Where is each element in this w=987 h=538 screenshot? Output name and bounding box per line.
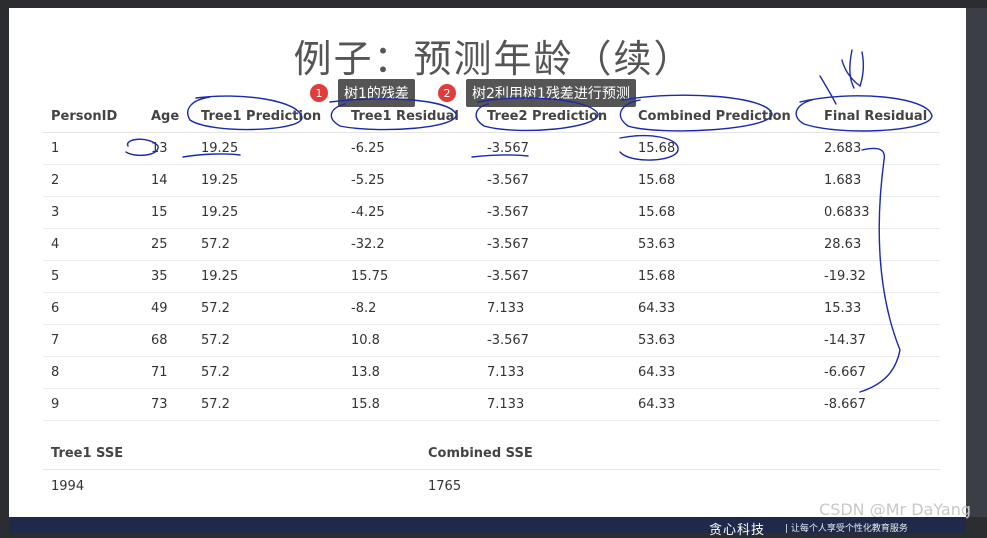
tree1-sse-label: Tree1 SSE bbox=[43, 437, 420, 470]
cell-tree1-prediction: 19.25 bbox=[193, 132, 343, 165]
tree1-sse-value: 1994 bbox=[51, 478, 85, 494]
cell-tree1-residual: -4.25 bbox=[343, 196, 479, 229]
cell-tree1-prediction: 19.25 bbox=[193, 164, 343, 197]
prediction-table: PersonID Age Tree1 Prediction Tree1 Resi… bbox=[43, 100, 940, 421]
cell-tree2-prediction: -3.567 bbox=[479, 132, 630, 165]
cell-final-residual: -19.32 bbox=[816, 260, 940, 293]
col-age: Age bbox=[143, 100, 193, 133]
col-combined-prediction: Combined Prediction bbox=[630, 100, 816, 133]
cell-combined-prediction: 64.33 bbox=[630, 356, 816, 389]
cell-combined-prediction: 15.68 bbox=[630, 132, 816, 165]
table-row: 4 25 57.2 -32.2 -3.567 53.63 28.63 bbox=[43, 228, 940, 261]
cell-age: 25 bbox=[143, 228, 193, 261]
table-row: 7 68 57.2 10.8 -3.567 53.63 -14.37 bbox=[43, 324, 940, 357]
combined-sse-value: 1765 bbox=[428, 478, 462, 494]
cell-personid: 5 bbox=[43, 260, 143, 293]
cell-final-residual: 1.683 bbox=[816, 164, 940, 197]
cell-personid: 1 bbox=[43, 132, 143, 165]
footer-bar: 贪心科技 | 让每个人享受个性化教育服务 bbox=[9, 517, 966, 538]
cell-tree2-prediction: 7.133 bbox=[479, 356, 630, 389]
cell-tree1-prediction: 57.2 bbox=[193, 292, 343, 325]
cell-tree1-residual: 13.8 bbox=[343, 356, 479, 389]
cell-tree1-prediction: 57.2 bbox=[193, 324, 343, 357]
table-header-row: PersonID Age Tree1 Prediction Tree1 Resi… bbox=[43, 100, 940, 133]
cell-combined-prediction: 15.68 bbox=[630, 196, 816, 229]
footer-brand: 贪心科技 bbox=[709, 523, 766, 538]
cell-age: 15 bbox=[143, 196, 193, 229]
cell-tree1-residual: 15.8 bbox=[343, 388, 479, 421]
cell-tree1-residual: -5.25 bbox=[343, 164, 479, 197]
cell-combined-prediction: 53.63 bbox=[630, 228, 816, 261]
table-row: 3 15 19.25 -4.25 -3.567 15.68 0.6833 bbox=[43, 196, 940, 229]
cell-personid: 8 bbox=[43, 356, 143, 389]
cell-tree2-prediction: -3.567 bbox=[479, 164, 630, 197]
cell-combined-prediction: 15.68 bbox=[630, 164, 816, 197]
cell-age: 14 bbox=[143, 164, 193, 197]
cell-final-residual: -14.37 bbox=[816, 324, 940, 357]
col-final-residual: Final Residual bbox=[816, 100, 940, 133]
cell-tree1-residual: -8.2 bbox=[343, 292, 479, 325]
cell-tree2-prediction: -3.567 bbox=[479, 228, 630, 261]
cell-combined-prediction: 53.63 bbox=[630, 324, 816, 357]
cell-age: 35 bbox=[143, 260, 193, 293]
table-row: 8 71 57.2 13.8 7.133 64.33 -6.667 bbox=[43, 356, 940, 389]
cell-personid: 2 bbox=[43, 164, 143, 197]
cell-age: 73 bbox=[143, 388, 193, 421]
cell-final-residual: 2.683 bbox=[816, 132, 940, 165]
cell-age: 68 bbox=[143, 324, 193, 357]
cell-tree1-residual: 15.75 bbox=[343, 260, 479, 293]
cell-final-residual: 15.33 bbox=[816, 292, 940, 325]
col-personid: PersonID bbox=[43, 100, 143, 133]
cell-age: 13 bbox=[143, 132, 193, 165]
cell-tree2-prediction: 7.133 bbox=[479, 388, 630, 421]
cell-tree1-residual: -6.25 bbox=[343, 132, 479, 165]
page-title: 例子：预测年龄（续） bbox=[293, 37, 694, 81]
cell-tree1-prediction: 19.25 bbox=[193, 260, 343, 293]
sse-table: Tree1 SSE Combined SSE 1994 1765 bbox=[43, 437, 940, 502]
col-tree2-prediction: Tree2 Prediction bbox=[479, 100, 630, 133]
cell-combined-prediction: 64.33 bbox=[630, 388, 816, 421]
cell-final-residual: -6.667 bbox=[816, 356, 940, 389]
cell-age: 71 bbox=[143, 356, 193, 389]
cell-final-residual: 0.6833 bbox=[816, 196, 940, 229]
cell-tree1-residual: 10.8 bbox=[343, 324, 479, 357]
table-row: 5 35 19.25 15.75 -3.567 15.68 -19.32 bbox=[43, 260, 940, 293]
table-row: 9 73 57.2 15.8 7.133 64.33 -8.667 bbox=[43, 388, 940, 421]
cell-combined-prediction: 64.33 bbox=[630, 292, 816, 325]
footer-slogan: | 让每个人享受个性化教育服务 bbox=[785, 524, 908, 534]
table-row: 1 13 19.25 -6.25 -3.567 15.68 2.683 bbox=[43, 132, 940, 165]
col-tree1-residual: Tree1 Residual bbox=[343, 100, 479, 133]
cell-final-residual: 28.63 bbox=[816, 228, 940, 261]
cell-personid: 4 bbox=[43, 228, 143, 261]
cell-tree1-residual: -32.2 bbox=[343, 228, 479, 261]
cell-tree1-prediction: 57.2 bbox=[193, 356, 343, 389]
combined-sse-label: Combined SSE bbox=[420, 437, 940, 470]
cell-age: 49 bbox=[143, 292, 193, 325]
cell-tree2-prediction: 7.133 bbox=[479, 292, 630, 325]
cell-tree1-prediction: 19.25 bbox=[193, 196, 343, 229]
table-row: 6 49 57.2 -8.2 7.133 64.33 15.33 bbox=[43, 292, 940, 325]
cell-personid: 7 bbox=[43, 324, 143, 357]
cell-personid: 6 bbox=[43, 292, 143, 325]
col-tree1-prediction: Tree1 Prediction bbox=[193, 100, 343, 133]
table-row: 2 14 19.25 -5.25 -3.567 15.68 1.683 bbox=[43, 164, 940, 197]
cell-tree2-prediction: -3.567 bbox=[479, 324, 630, 357]
cell-tree2-prediction: -3.567 bbox=[479, 196, 630, 229]
cell-combined-prediction: 15.68 bbox=[630, 260, 816, 293]
cell-tree2-prediction: -3.567 bbox=[479, 260, 630, 293]
cell-tree1-prediction: 57.2 bbox=[193, 388, 343, 421]
scrollbar[interactable] bbox=[966, 8, 987, 517]
cell-personid: 3 bbox=[43, 196, 143, 229]
cell-tree1-prediction: 57.2 bbox=[193, 228, 343, 261]
cell-personid: 9 bbox=[43, 388, 143, 421]
cell-final-residual: -8.667 bbox=[816, 388, 940, 421]
